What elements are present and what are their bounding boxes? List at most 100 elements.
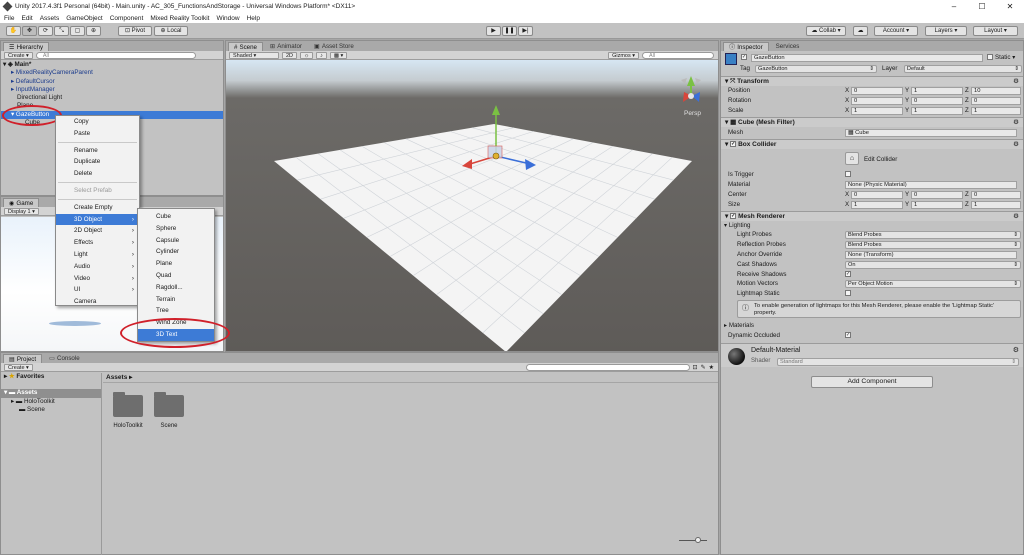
maximize-button[interactable]: ☐ [968,0,996,13]
favorites-item[interactable]: ▸ ★ Favorites [1,373,101,381]
hierarchy-item[interactable]: Directional Light [1,94,223,102]
scale-x-field[interactable]: 1 [851,107,903,115]
mesh-field[interactable]: ▦ Cube [845,129,1017,137]
gizmos-dropdown[interactable]: Gizmos ▾ [608,51,639,59]
lightmap-static-checkbox[interactable] [845,289,853,299]
menu-gameobject[interactable]: GameObject [66,15,103,22]
material-settings-icon[interactable]: ⚙ [1013,346,1019,354]
context-menu-item[interactable]: Light › [56,249,139,261]
tab-hierarchy[interactable]: ☰ Hierarchy [3,42,50,51]
tab-inspector[interactable]: ⓘ Inspector [723,42,769,51]
collab-dropdown[interactable]: ☁ Collab ▾ [806,26,846,36]
hand-tool-button[interactable]: ✋ [6,26,21,36]
context-menu-item[interactable]: Paste [56,128,139,140]
hierarchy-item[interactable]: ▸ DefaultCursor [1,78,223,86]
mesh-filter-header[interactable]: ▾ ▦ Cube (Mesh Filter) ⚙ [721,117,1023,127]
scene-viewport[interactable]: Persp [226,60,719,352]
menu-component[interactable]: Component [110,15,144,22]
pause-button[interactable]: ❚❚ [502,26,517,36]
context-menu-item[interactable]: 3D Object › [56,213,139,226]
submenu-item[interactable]: Capsule [138,235,214,247]
zoom-slider[interactable] [679,537,707,543]
context-menu-item[interactable]: Copy [56,116,139,128]
size-x-field[interactable]: 1 [851,201,903,209]
cloud-button[interactable]: ☁ [853,26,868,36]
local-toggle[interactable]: ⊕ Local [154,26,188,36]
tab-project[interactable]: ▤ Project [3,354,43,363]
rect-tool-button[interactable]: ▢ [70,26,85,36]
tree-item[interactable]: ▬ Scene [1,406,101,414]
materials-foldout[interactable]: ▸ Materials [721,321,1021,331]
size-y-field[interactable]: 1 [911,201,963,209]
position-z-field[interactable]: 10 [971,87,1021,95]
layout-dropdown[interactable]: Layout ▾ [973,26,1018,36]
transform-header[interactable]: ▾ ⤧ Transform ⚙ [721,76,1023,86]
tab-scene[interactable]: # Scene [228,42,263,51]
dynamic-occluded-checkbox[interactable]: ✓ [845,331,853,341]
layers-dropdown[interactable]: Layers ▾ [925,26,967,36]
box-collider-header[interactable]: ▾ ✓ Box Collider ⚙ [721,139,1023,149]
tab-game[interactable]: ◉ Game [3,198,40,207]
submenu-item[interactable]: Terrain [138,294,214,306]
audio-toggle[interactable]: ♪ [316,51,327,59]
context-menu-item[interactable]: Rename [56,145,139,157]
context-menu-item[interactable]: Camera [56,296,139,308]
submenu-item[interactable]: Cylinder [138,246,214,258]
scene-search-input[interactable]: All [642,51,714,59]
tab-services[interactable]: Services [771,42,805,51]
tab-animator[interactable]: ⊞ Animator [265,42,307,51]
layer-dropdown[interactable]: Default ⇕ [904,65,1022,73]
anchor-override-field[interactable]: None (Transform) [845,251,1017,259]
menu-window[interactable]: Window [216,15,239,22]
hierarchy-search-input[interactable]: All [35,51,196,59]
context-menu-item[interactable]: Create Empty [56,202,139,214]
submenu-item[interactable]: Ragdoll... [138,282,214,294]
play-button[interactable]: ▶ [486,26,501,36]
hierarchy-item[interactable]: ▸ MixedRealityCameraParent [1,69,223,77]
effects-dropdown[interactable]: ▩ ▾ [329,51,348,59]
submenu-item[interactable]: Plane [138,258,214,270]
star-filter-icon[interactable]: ★ [709,364,714,371]
center-z-field[interactable]: 0 [971,191,1021,199]
zoom-slider-handle[interactable] [695,537,701,543]
scale-z-field[interactable]: 1 [971,107,1021,115]
physic-material-field[interactable]: None (Physic Material) [845,181,1017,189]
submenu-item[interactable]: Cube [138,211,214,223]
shading-mode-dropdown[interactable]: Shaded ▾ [229,51,279,59]
filter-type-icon[interactable]: ⊡ [693,364,698,371]
context-menu-item[interactable]: Video › [56,273,139,285]
assets-item[interactable]: ▾ ▬ Assets [1,389,101,398]
context-menu-item[interactable]: UI › [56,284,139,296]
submenu-item[interactable]: Tree [138,305,214,317]
object-active-toggle[interactable]: ✓ [741,54,749,61]
material-header[interactable]: Default-Material Shader Standard ⇕ ⚙ [721,343,1023,367]
project-search-input[interactable] [525,363,690,371]
menu-help[interactable]: Help [247,15,260,22]
motion-vectors-dropdown[interactable]: Per Object Motion ⇕ [845,280,1021,288]
transform-tool-button[interactable]: ⊕ [86,26,101,36]
menu-file[interactable]: File [4,15,14,22]
tab-console[interactable]: ▭ Console [44,354,85,363]
context-menu-item[interactable]: 2D Object › [56,225,139,237]
center-x-field[interactable]: 0 [851,191,903,199]
project-create-button[interactable]: Create ▾ [4,363,33,371]
folder-scene-icon[interactable] [154,392,184,417]
menu-edit[interactable]: Edit [21,15,32,22]
rotate-tool-button[interactable]: ⟳ [38,26,53,36]
static-toggle[interactable]: Static ▾ [987,54,1015,61]
mode-2d-toggle[interactable]: 2D [282,51,298,59]
component-menu-icon[interactable]: ⚙ [1013,140,1019,150]
filter-label-icon[interactable]: ✎ [701,364,706,371]
tab-asset-store[interactable]: ▣ Asset Store [309,42,359,51]
scale-y-field[interactable]: 1 [911,107,963,115]
persp-label[interactable]: Persp [684,110,701,117]
tag-dropdown[interactable]: GazeButton ⇕ [755,65,877,73]
folder-holotoolkit-icon[interactable] [113,392,143,417]
submenu-item[interactable]: Quad [138,270,214,282]
account-dropdown[interactable]: Account ▾ [874,26,918,36]
context-menu-item[interactable]: Delete [56,168,139,180]
project-breadcrumb[interactable]: Assets ▸ [103,373,718,383]
rotation-y-field[interactable]: 0 [911,97,963,105]
pivot-toggle[interactable]: ⊡ Pivot [118,26,152,36]
move-tool-button[interactable]: ✥ [22,26,37,36]
